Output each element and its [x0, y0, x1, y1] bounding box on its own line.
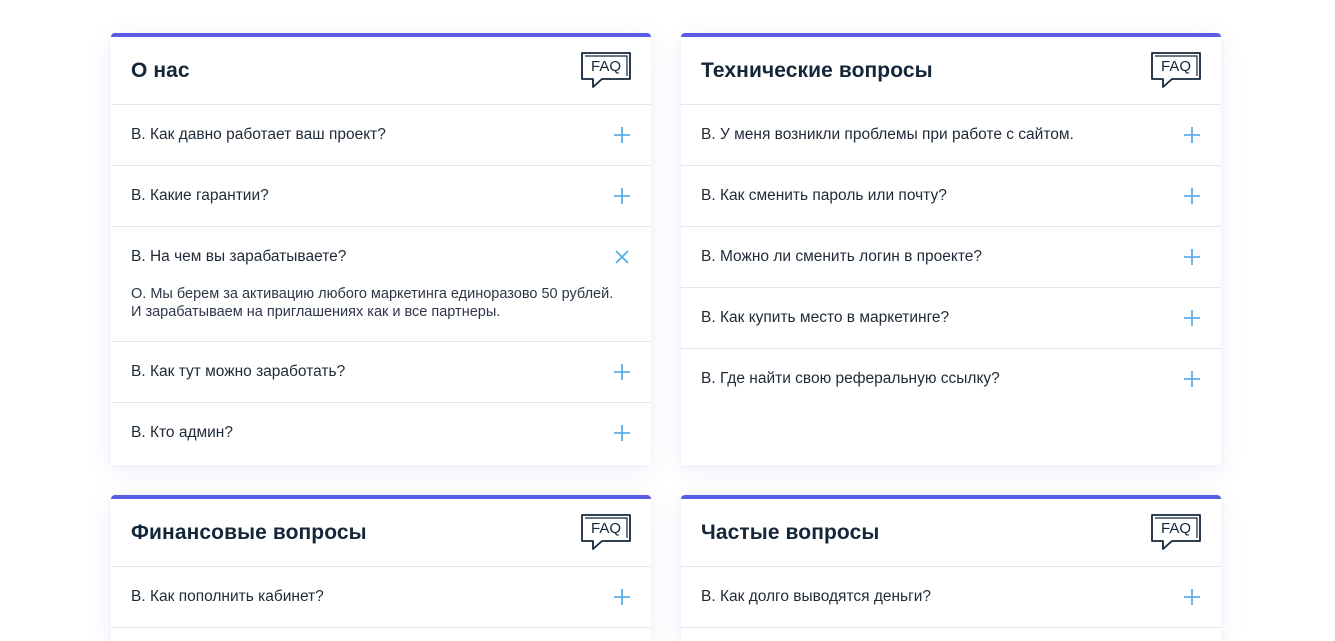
plus-icon[interactable] — [611, 586, 633, 608]
plus-icon[interactable] — [611, 124, 633, 146]
faq-question: В. Как пополнить кабинет? — [131, 588, 324, 605]
faq-answer: О. Мы берем за активацию любого маркетин… — [111, 285, 651, 341]
svg-text:FAQ: FAQ — [1161, 58, 1191, 75]
card-title: Технические вопросы — [701, 58, 933, 82]
faq-item[interactable]: В. Как пополнить кабинет? — [111, 567, 651, 628]
faq-item-expanded[interactable]: В. На чем вы зарабатываете? О. Мы берем … — [111, 227, 651, 342]
faq-answer-line: О. Мы берем за активацию любого маркетин… — [131, 286, 614, 302]
faq-question-row[interactable]: В. Как тут можно заработать? — [111, 342, 651, 402]
svg-text:FAQ: FAQ — [1161, 520, 1191, 537]
faq-item[interactable]: В. Где найти свою реферальную ссылку? — [681, 349, 1221, 409]
faq-item[interactable]: В. Как купить место в маркетинге? — [681, 288, 1221, 349]
faq-card-finance: Финансовые вопросы FAQ В. Как пополнить … — [111, 495, 651, 641]
faq-card-technical: Технические вопросы FAQ В. У меня возник… — [681, 33, 1221, 465]
card-header: Технические вопросы FAQ — [681, 37, 1221, 105]
faq-question-row[interactable]: В. Как купить место в маркетинге? — [681, 288, 1221, 348]
plus-icon[interactable] — [1181, 246, 1203, 268]
plus-icon[interactable] — [1181, 307, 1203, 329]
plus-icon[interactable] — [1181, 586, 1203, 608]
faq-question: В. Как тут можно заработать? — [131, 363, 346, 380]
faq-question-row[interactable]: В. Можно ли сменить логин в проекте? — [681, 227, 1221, 287]
faq-item[interactable]: В. Как тут можно заработать? — [111, 342, 651, 403]
faq-question: В. Как долго выводятся деньги? — [701, 588, 932, 605]
card-header: О нас FAQ — [111, 37, 651, 105]
faq-chat-icon: FAQ — [579, 50, 633, 92]
faq-question-row[interactable]: В. Как долго выводятся деньги? — [681, 567, 1221, 627]
faq-question-row[interactable]: В. Кто админ? — [111, 403, 651, 463]
faq-question-row[interactable]: В. Как давно работает ваш проект? — [111, 105, 651, 165]
faq-question-row[interactable]: В. Какие гарантии? — [111, 166, 651, 226]
faq-answer-line: И зарабатываем на приглашениях как и все… — [131, 304, 501, 320]
faq-question: В. Как купить место в маркетинге? — [701, 309, 950, 326]
faq-card-frequent: Частые вопросы FAQ В. Как долго выводятс… — [681, 495, 1221, 641]
plus-icon[interactable] — [611, 185, 633, 207]
plus-icon[interactable] — [611, 422, 633, 444]
plus-icon[interactable] — [611, 361, 633, 383]
faq-question: В. Как давно работает ваш проект? — [131, 126, 386, 143]
faq-question: В. На чем вы зарабатываете? — [131, 248, 347, 265]
faq-item[interactable]: В. Какие гарантии? — [111, 166, 651, 227]
faq-chat-icon: FAQ — [579, 512, 633, 554]
card-header: Частые вопросы FAQ — [681, 499, 1221, 567]
faq-question: В. Можно ли сменить логин в проекте? — [701, 248, 983, 265]
faq-item[interactable]: В. Можно ли сменить логин в проекте? — [681, 227, 1221, 288]
plus-icon[interactable] — [1181, 368, 1203, 390]
faq-question: В. У меня возникли проблемы при работе с… — [701, 126, 1074, 143]
card-title: Частые вопросы — [701, 520, 880, 544]
faq-item[interactable]: В. У меня возникли проблемы при работе с… — [681, 105, 1221, 166]
faq-item[interactable]: В. Кто админ? — [111, 403, 651, 463]
faq-question: В. Где найти свою реферальную ссылку? — [701, 370, 1000, 387]
close-icon[interactable] — [611, 246, 633, 268]
svg-text:FAQ: FAQ — [591, 520, 621, 537]
faq-question-row[interactable]: В. Где найти свою реферальную ссылку? — [681, 349, 1221, 409]
card-header: Финансовые вопросы FAQ — [111, 499, 651, 567]
faq-chat-icon: FAQ — [1149, 50, 1203, 92]
faq-item[interactable]: В. Как сменить пароль или почту? — [681, 166, 1221, 227]
faq-chat-icon: FAQ — [1149, 512, 1203, 554]
faq-question: В. Как сменить пароль или почту? — [701, 187, 947, 204]
faq-item[interactable]: В. Как давно работает ваш проект? — [111, 105, 651, 166]
faq-question-row[interactable]: В. На чем вы зарабатываете? — [111, 227, 651, 287]
faq-item[interactable]: В. Как долго выводятся деньги? — [681, 567, 1221, 628]
faq-question: В. Кто админ? — [131, 424, 233, 441]
faq-question-row[interactable]: В. Как пополнить кабинет? — [111, 567, 651, 627]
faq-card-about: О нас FAQ В. Как давно работает ваш прое… — [111, 33, 651, 465]
card-title: Финансовые вопросы — [131, 520, 367, 544]
faq-question-row[interactable]: В. Как сменить пароль или почту? — [681, 166, 1221, 226]
plus-icon[interactable] — [1181, 124, 1203, 146]
faq-question-row[interactable]: В. У меня возникли проблемы при работе с… — [681, 105, 1221, 165]
card-title: О нас — [131, 58, 190, 82]
svg-text:FAQ: FAQ — [591, 58, 621, 75]
faq-question: В. Какие гарантии? — [131, 187, 269, 204]
plus-icon[interactable] — [1181, 185, 1203, 207]
